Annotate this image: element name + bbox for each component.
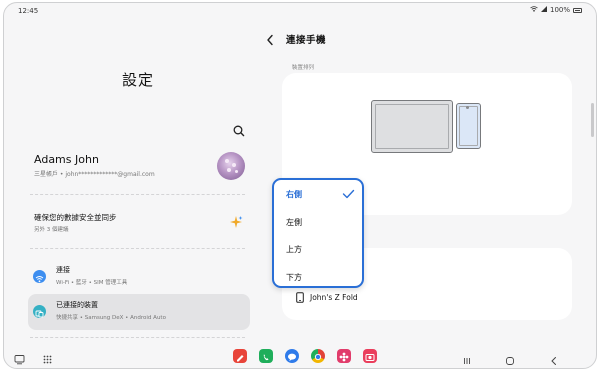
screenshot-tool-icon[interactable]	[14, 350, 25, 365]
connected-devices-icon	[33, 305, 46, 318]
menu-item-subtitle: 快捷共享 • Samsung DeX • Android Auto	[56, 315, 166, 321]
search-icon	[233, 125, 245, 137]
scrollbar[interactable]	[591, 103, 594, 137]
right-title: 連接手機	[286, 35, 327, 46]
security-title: 確保您的數據安全並同步	[34, 213, 117, 222]
tablet-screen: 12:45 100% 設定 Adams John 三星帳戶 • john****…	[3, 2, 597, 369]
recent-apps-icon	[464, 358, 470, 364]
wifi-icon	[33, 270, 46, 283]
recent-apps-button[interactable]	[462, 351, 472, 364]
messages-app-icon[interactable]	[285, 349, 299, 363]
signal-bars-icon	[540, 6, 547, 14]
chrome-app-icon[interactable]	[311, 349, 325, 363]
tablet-illustration	[371, 100, 453, 153]
avatar[interactable]	[217, 152, 245, 180]
wifi-signal-icon	[530, 6, 538, 14]
checkmark-icon	[342, 189, 355, 199]
page-title: 設定	[122, 71, 155, 89]
account-name: Adams John	[34, 153, 99, 166]
back-button[interactable]	[264, 32, 276, 46]
menu-item-label: 連接	[56, 266, 70, 274]
account-subtitle: 三星帳戶 • john*************@gmail.com	[34, 171, 155, 178]
battery-percent: 100%	[549, 6, 570, 14]
search-button[interactable]	[232, 123, 246, 137]
phone-app-icon[interactable]	[259, 349, 273, 363]
device-name: John's Z Fold	[310, 293, 358, 302]
status-bar: 12:45 100%	[4, 3, 596, 17]
menu-item-connected-devices[interactable]: 已連接的裝置 快捷共享 • Samsung DeX • Android Auto	[28, 294, 250, 330]
option-bottom[interactable]: 下方	[286, 272, 302, 283]
chevron-left-icon	[267, 34, 273, 46]
divider	[30, 337, 245, 338]
gallery-app-icon[interactable]	[337, 349, 351, 363]
home-button[interactable]	[505, 351, 515, 365]
apps-grid-icon[interactable]	[42, 350, 53, 364]
device-row[interactable]: John's Z Fold	[296, 292, 358, 303]
menu-item-subtitle: Wi-Fi • 藍牙 • SIM 管理工具	[56, 280, 128, 286]
status-icons: 100%	[530, 6, 582, 14]
camera-app-icon[interactable]	[363, 349, 377, 363]
divider	[30, 194, 245, 195]
position-dropdown: 右側 左側 上方 下方	[272, 178, 364, 288]
phone-illustration	[456, 103, 481, 149]
phone-icon	[296, 292, 304, 303]
home-icon	[506, 357, 514, 365]
battery-icon	[573, 7, 582, 13]
security-subtitle: 另外 3 個建議	[34, 227, 69, 233]
option-left[interactable]: 左側	[286, 217, 302, 228]
menu-item-connections[interactable]: 連接 Wi-Fi • 藍牙 • SIM 管理工具	[28, 259, 250, 295]
option-right[interactable]: 右側	[286, 189, 302, 200]
nav-back-button[interactable]	[549, 351, 559, 365]
divider	[30, 248, 245, 249]
notes-app-icon[interactable]	[233, 349, 247, 363]
taskbar	[4, 344, 596, 368]
menu-item-label: 已連接的裝置	[56, 301, 98, 309]
option-top[interactable]: 上方	[286, 244, 302, 255]
status-time: 12:45	[18, 7, 39, 15]
right-header: 連接手機	[264, 32, 326, 46]
arrangement-label: 裝置排列	[292, 65, 315, 71]
sparkle-icon	[229, 214, 243, 228]
back-arrow-icon	[551, 357, 556, 365]
